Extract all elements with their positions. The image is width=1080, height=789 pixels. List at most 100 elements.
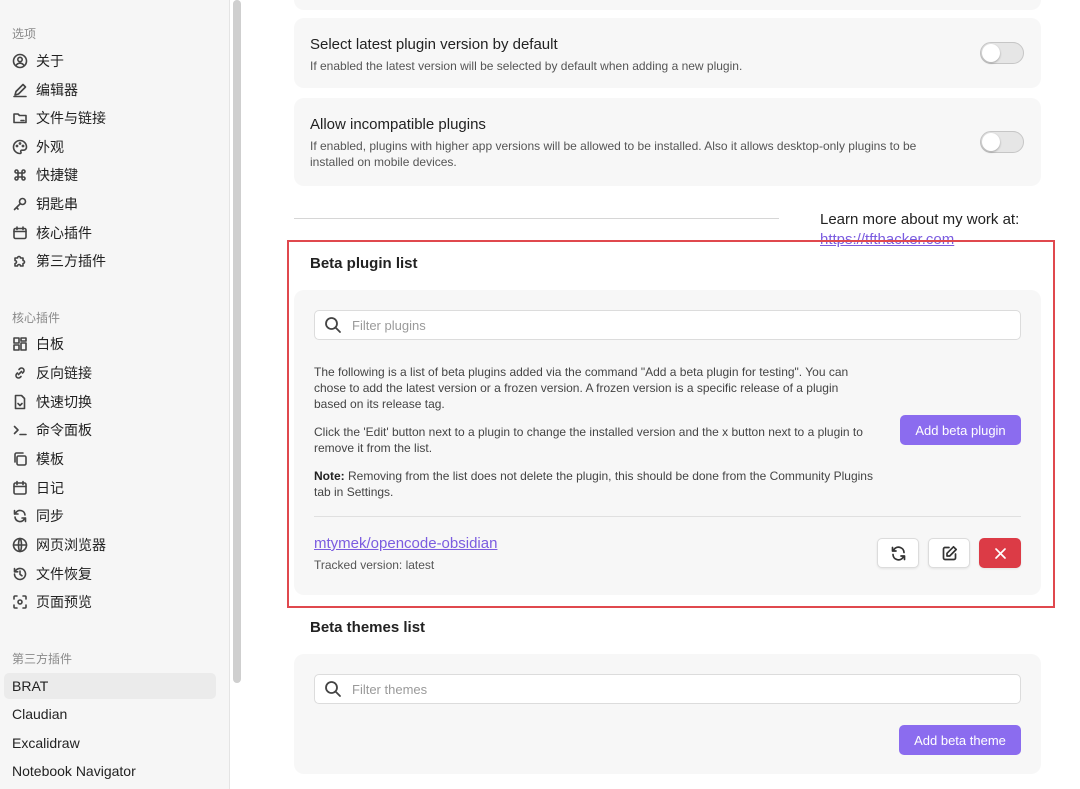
sidebar-item-label: 快速切换 xyxy=(36,394,92,410)
palette-icon xyxy=(12,139,28,155)
remove-plugin-button[interactable] xyxy=(979,538,1021,568)
beta-plugin-note: Note: Removing from the list does not de… xyxy=(314,468,874,500)
plugin-tracked-version: Tracked version: latest xyxy=(314,558,435,572)
edit-plugin-button[interactable] xyxy=(928,538,970,568)
sidebar-item-label: 关于 xyxy=(36,53,64,69)
beta-themes-list-heading: Beta themes list xyxy=(310,619,426,636)
file-switch-icon xyxy=(12,394,28,410)
setting-title: Allow incompatible plugins xyxy=(310,116,486,133)
copy-icon xyxy=(12,451,28,467)
sidebar-item-page-preview[interactable]: 页面预览 xyxy=(4,589,216,615)
calendar-icon xyxy=(12,480,28,496)
sync-icon xyxy=(12,508,28,524)
beta-plugin-description: The following is a list of beta plugins … xyxy=(314,365,849,411)
edit-icon xyxy=(942,545,957,560)
beta-plugin-list-card: The following is a list of beta plugins … xyxy=(294,290,1041,595)
settings-sidebar: 选项 关于 编辑器 文件与链接 外观 快捷键 钥匙串 核心插件 第三方插件 核心… xyxy=(0,0,230,789)
update-plugin-button[interactable] xyxy=(877,538,919,568)
user-circle-icon xyxy=(12,53,28,69)
setting-incompatible-plugins: Allow incompatible plugins If enabled, p… xyxy=(294,98,1041,186)
sidebar-group-options: 选项 xyxy=(12,27,37,41)
puzzle-icon xyxy=(12,253,28,269)
beta-plugin-list-heading: Beta plugin list xyxy=(310,255,418,272)
setting-latest-version: Select latest plugin version by default … xyxy=(294,18,1041,88)
sidebar-item-label: 外观 xyxy=(36,139,64,155)
sidebar-item-web-viewer[interactable]: 网页浏览器 xyxy=(4,532,216,558)
note-label: Note: xyxy=(314,469,345,483)
sidebar-item-brat[interactable]: BRAT xyxy=(4,673,216,699)
sidebar-item-files-links[interactable]: 文件与链接 xyxy=(4,105,216,131)
sidebar-item-quick-switcher[interactable]: 快速切换 xyxy=(4,389,216,415)
promo-text: Learn more about my work at: xyxy=(820,211,1020,228)
setting-description: If enabled, plugins with higher app vers… xyxy=(310,139,917,169)
backlink-icon xyxy=(12,365,28,381)
sidebar-item-label: 快捷键 xyxy=(36,167,78,183)
refresh-icon xyxy=(891,545,905,561)
sidebar-item-label: 网页浏览器 xyxy=(36,537,106,553)
sidebar-item-label: 编辑器 xyxy=(36,82,78,98)
beta-themes-list-card: Add beta theme xyxy=(294,654,1041,774)
sidebar-group-core-plugins: 核心插件 xyxy=(12,311,61,325)
sidebar-item-label: 模板 xyxy=(36,451,64,467)
previous-setting-card xyxy=(294,0,1041,10)
sidebar-item-label: 核心插件 xyxy=(36,225,92,241)
sidebar-item-community-plugins[interactable]: 第三方插件 xyxy=(4,248,216,274)
sidebar-item-appearance[interactable]: 外观 xyxy=(4,134,216,160)
filter-plugins-input[interactable] xyxy=(352,317,916,333)
command-icon xyxy=(12,167,28,183)
sidebar-item-label: 命令面板 xyxy=(36,422,92,438)
add-beta-plugin-button[interactable]: Add beta plugin xyxy=(900,415,1021,445)
sidebar-item-command-palette[interactable]: 命令面板 xyxy=(4,417,216,443)
scan-eye-icon xyxy=(12,594,28,610)
sidebar-item-file-recovery[interactable]: 文件恢复 xyxy=(4,561,216,587)
sidebar-item-about[interactable]: 关于 xyxy=(4,48,216,74)
sidebar-item-label: 反向链接 xyxy=(36,365,92,381)
sidebar-item-daily-notes[interactable]: 日记 xyxy=(4,475,216,501)
toggle-knob xyxy=(982,44,1000,62)
history-icon xyxy=(12,566,28,582)
plugin-repo-link[interactable]: mtymek/opencode-obsidian xyxy=(314,535,497,552)
pencil-icon xyxy=(12,82,28,98)
globe-icon xyxy=(12,537,28,553)
sidebar-item-excalidraw[interactable]: Excalidraw xyxy=(4,730,216,756)
sidebar-item-backlinks[interactable]: 反向链接 xyxy=(4,360,216,386)
close-icon xyxy=(994,547,1006,559)
incompatible-plugins-toggle[interactable] xyxy=(980,131,1024,153)
filter-plugins-search[interactable] xyxy=(314,310,1021,340)
note-text: Removing from the list does not delete t… xyxy=(314,469,873,499)
search-icon xyxy=(325,681,341,697)
sidebar-item-keychain[interactable]: 钥匙串 xyxy=(4,191,216,217)
sidebar-item-label: 第三方插件 xyxy=(36,253,106,269)
sidebar-item-label: 同步 xyxy=(36,508,64,524)
sidebar-item-sync[interactable]: 同步 xyxy=(4,503,216,529)
latest-version-toggle[interactable] xyxy=(980,42,1024,64)
filter-themes-input[interactable] xyxy=(352,681,916,697)
sidebar-item-label: 文件与链接 xyxy=(36,110,106,126)
sidebar-item-hotkeys[interactable]: 快捷键 xyxy=(4,162,216,188)
terminal-icon xyxy=(12,422,28,438)
setting-title: Select latest plugin version by default xyxy=(310,36,558,53)
folder-link-icon xyxy=(12,110,28,126)
search-icon xyxy=(325,317,341,333)
divider xyxy=(314,516,1021,517)
sidebar-item-label: 钥匙串 xyxy=(36,196,78,212)
calendar-plugin-icon xyxy=(12,225,28,241)
sidebar-item-canvas[interactable]: 白板 xyxy=(4,331,216,357)
key-icon xyxy=(12,196,28,212)
layout-grid-icon xyxy=(12,336,28,352)
sidebar-item-label: 日记 xyxy=(36,480,64,496)
sidebar-item-editor[interactable]: 编辑器 xyxy=(4,77,216,103)
sidebar-item-core-plugins[interactable]: 核心插件 xyxy=(4,220,216,246)
sidebar-item-claudian[interactable]: Claudian xyxy=(4,701,216,727)
beta-plugin-edit-instructions: Click the 'Edit' button next to a plugin… xyxy=(314,425,863,455)
sidebar-item-notebook-navigator[interactable]: Notebook Navigator xyxy=(4,758,216,784)
filter-themes-search[interactable] xyxy=(314,674,1021,704)
divider xyxy=(294,218,779,219)
sidebar-item-label: 页面预览 xyxy=(36,594,92,610)
sidebar-item-templates[interactable]: 模板 xyxy=(4,446,216,472)
add-beta-theme-button[interactable]: Add beta theme xyxy=(899,725,1021,755)
sidebar-scrollbar[interactable] xyxy=(233,0,241,683)
settings-content: Select latest plugin version by default … xyxy=(245,0,1080,789)
sidebar-item-label: 白板 xyxy=(36,336,64,352)
sidebar-item-label: 文件恢复 xyxy=(36,566,92,582)
